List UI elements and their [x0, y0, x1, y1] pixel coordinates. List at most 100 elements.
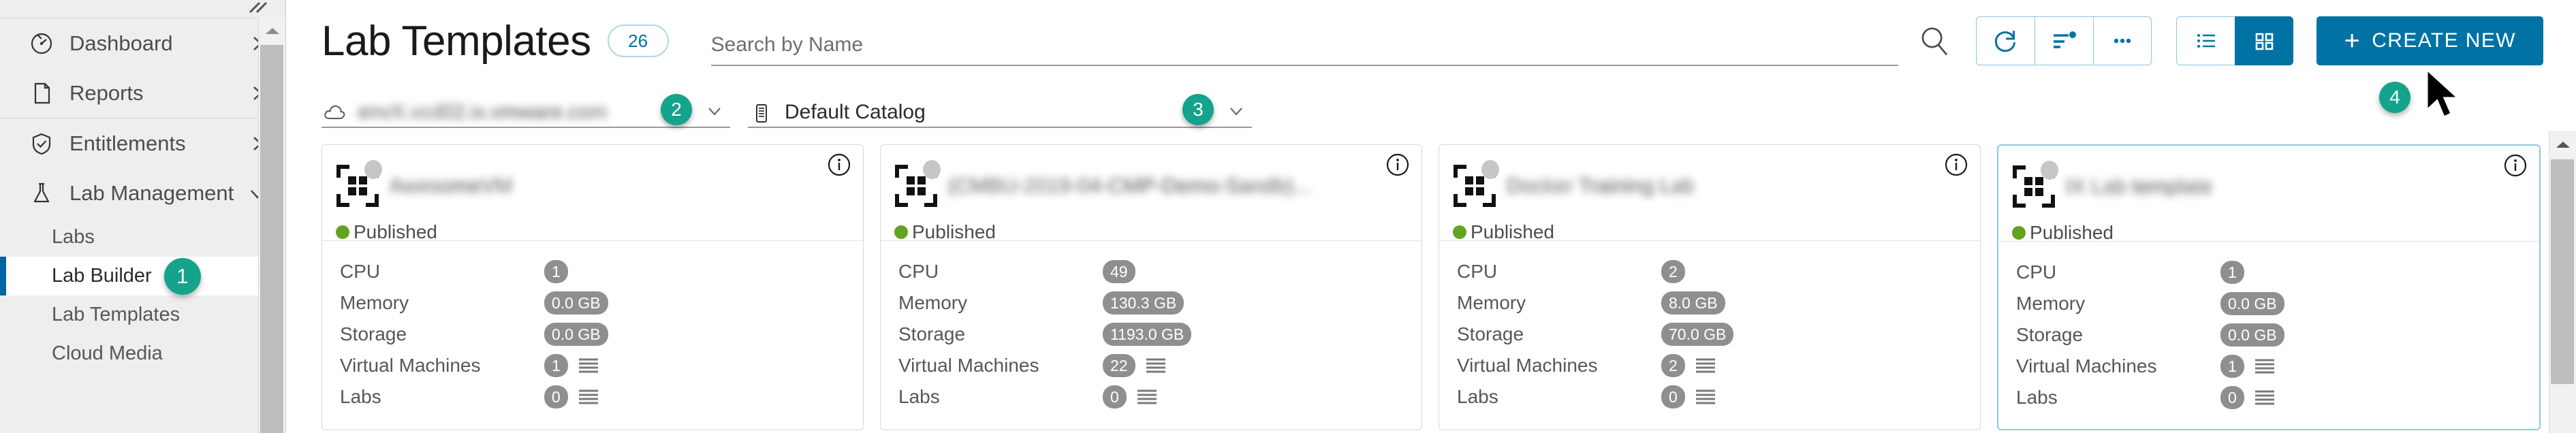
- stat-extra[interactable]: [2254, 357, 2276, 375]
- status-badge: Published: [894, 221, 1408, 243]
- catalog-value: Default Catalog: [785, 101, 926, 123]
- stat-value: 0.0 GB: [2220, 292, 2284, 315]
- sidebar-group-2: Entitlements Lab Management: [0, 118, 285, 218]
- stat-extra[interactable]: [578, 357, 599, 374]
- view-toggle-group: [2176, 16, 2294, 65]
- stat-label: Virtual Machines: [1457, 355, 1598, 376]
- list-lines-icon: [1695, 389, 1715, 404]
- info-circle-icon[interactable]: [828, 153, 851, 176]
- stat-value: 130.3 GB: [1103, 291, 1184, 315]
- sidebar-item-lab-templates[interactable]: Lab Templates: [0, 295, 285, 334]
- template-count-badge: 26: [607, 25, 669, 57]
- step-badge-3: 3: [1182, 94, 1214, 125]
- status-dot-icon: [2012, 226, 2026, 240]
- stat-label: Labs: [2016, 387, 2058, 408]
- stat-extra[interactable]: [1145, 357, 1167, 374]
- status-dot-icon: [1453, 225, 1466, 239]
- info-circle-icon[interactable]: [1386, 153, 1409, 176]
- sidebar-item-dashboard[interactable]: Dashboard: [0, 18, 285, 68]
- chevron-down-icon[interactable]: [1221, 95, 1252, 127]
- arrow-up-icon[interactable]: [259, 18, 285, 44]
- stat-value: 70.0 GB: [1661, 323, 1734, 346]
- stat-value: 0: [544, 385, 568, 408]
- sidebar-item-entitlements[interactable]: Entitlements: [0, 118, 285, 168]
- stat-value: 0: [1103, 385, 1127, 408]
- status-dot-icon: [894, 225, 908, 239]
- stat-value: 0.0 GB: [2220, 323, 2284, 347]
- list-view-icon: [2197, 34, 2215, 48]
- template-card[interactable]: AwesomeVM Published CPU 1 Memory 0.0 GB …: [321, 144, 864, 430]
- sidebar-item-reports[interactable]: Reports: [0, 68, 285, 118]
- stat-extra[interactable]: [2254, 389, 2276, 406]
- stat-row-storage: Storage 0.0 GB: [2016, 319, 2522, 351]
- cloud-account-filter[interactable]: envX.vcd02.ix.vmware.com 2: [321, 93, 730, 128]
- stat-label: CPU: [2016, 261, 2057, 283]
- sidebar-item-labs[interactable]: Labs: [0, 218, 285, 257]
- stat-row-memory: Memory 8.0 GB: [1457, 287, 1962, 319]
- more-options-button[interactable]: [2093, 16, 2152, 65]
- stat-extra[interactable]: [1695, 388, 1716, 406]
- stat-label: Storage: [2016, 324, 2084, 345]
- status-badge: Published: [1453, 221, 1966, 243]
- list-lines-icon: [578, 389, 598, 404]
- grid-view-button[interactable]: [2235, 16, 2294, 65]
- create-new-label: CREATE NEW: [2372, 29, 2516, 52]
- toolbar-button-group: [1976, 16, 2152, 65]
- template-card-grid: AwesomeVM Published CPU 1 Memory 0.0 GB …: [286, 128, 2576, 430]
- list-lines-icon: [1695, 358, 1715, 373]
- filter-bar: envX.vcd02.ix.vmware.com 2 Default Catal…: [286, 82, 2576, 128]
- sidebar-scrollbar[interactable]: [258, 18, 285, 433]
- collapse-chevrons-icon[interactable]: [247, 0, 272, 15]
- search-input[interactable]: [710, 33, 1899, 66]
- status-label: Published: [1471, 221, 1554, 242]
- sidebar-item-lab-builder[interactable]: Lab Builder 1: [0, 257, 285, 295]
- sidebar-collapse-row[interactable]: [0, 0, 285, 18]
- list-view-button[interactable]: [2176, 16, 2235, 65]
- stat-extra[interactable]: [1695, 357, 1716, 374]
- stat-label: Virtual Machines: [340, 355, 481, 376]
- template-status-dot: [923, 160, 941, 179]
- chevron-down-icon[interactable]: [699, 95, 730, 127]
- stat-value: 22: [1103, 354, 1135, 377]
- main-scrollbar[interactable]: [2549, 131, 2576, 433]
- card-header: IX Lab template Published: [1998, 146, 2539, 243]
- search-button[interactable]: [1905, 12, 1964, 70]
- card-header: AwesomeVM Published: [322, 145, 863, 242]
- sidebar-item-lab-management[interactable]: Lab Management: [0, 168, 285, 218]
- catalog-filter[interactable]: Default Catalog 3: [748, 93, 1252, 128]
- create-new-button[interactable]: + CREATE NEW: [2316, 16, 2543, 65]
- info-circle-icon[interactable]: [1945, 153, 1968, 176]
- status-label: Published: [2030, 222, 2114, 243]
- sidebar-scrollbar-thumb[interactable]: [260, 45, 283, 433]
- main-scrollbar-thumb[interactable]: [2551, 159, 2574, 384]
- template-card[interactable]: IX Lab template Published CPU 1 Memory 0…: [1997, 144, 2541, 430]
- stat-label: Memory: [1457, 292, 1526, 313]
- stat-label: Labs: [340, 386, 381, 407]
- refresh-button[interactable]: [1976, 16, 2035, 65]
- stat-label: Storage: [1457, 323, 1524, 344]
- template-status-dot: [364, 160, 382, 179]
- list-lines-icon: [578, 358, 598, 373]
- stat-extra[interactable]: [578, 388, 599, 406]
- stat-row-cpu: CPU 2: [1457, 256, 1962, 287]
- search-icon: [1922, 27, 1948, 56]
- arrow-up-icon[interactable]: [2549, 131, 2576, 158]
- card-header: Docker Training Lab Published: [1439, 145, 1980, 243]
- sidebar-item-label: Dashboard: [69, 31, 173, 55]
- sidebar-item-cloud-media[interactable]: Cloud Media: [0, 334, 285, 373]
- card-title-row: IX Lab template: [2012, 161, 2526, 208]
- stat-value: 49: [1103, 260, 1135, 283]
- card-stats: CPU 1 Memory 0.0 GB Storage 0.0 GB Virtu…: [322, 241, 863, 413]
- template-card[interactable]: Docker Training Lab Published CPU 2 Memo…: [1439, 144, 1981, 430]
- application-root: Dashboard Reports Entitlements Lab Manag…: [0, 0, 2576, 433]
- card-title-row: AwesomeVM: [336, 160, 849, 208]
- refresh-icon: [1994, 31, 2016, 52]
- stat-label: Memory: [340, 292, 409, 313]
- sort-button[interactable]: [2035, 16, 2094, 65]
- card-title: AwesomeVM: [389, 174, 514, 197]
- info-circle-icon[interactable]: [2504, 154, 2527, 177]
- card-stats: CPU 49 Memory 130.3 GB Storage 1193.0 GB…: [881, 241, 1421, 413]
- stat-extra[interactable]: [1136, 388, 1158, 406]
- cloud-account-value: envX.vcd02.ix.vmware.com: [358, 101, 607, 127]
- template-card[interactable]: (CMBU-2019-04-CMP-Demo-Sandb)... Publish…: [880, 144, 1422, 430]
